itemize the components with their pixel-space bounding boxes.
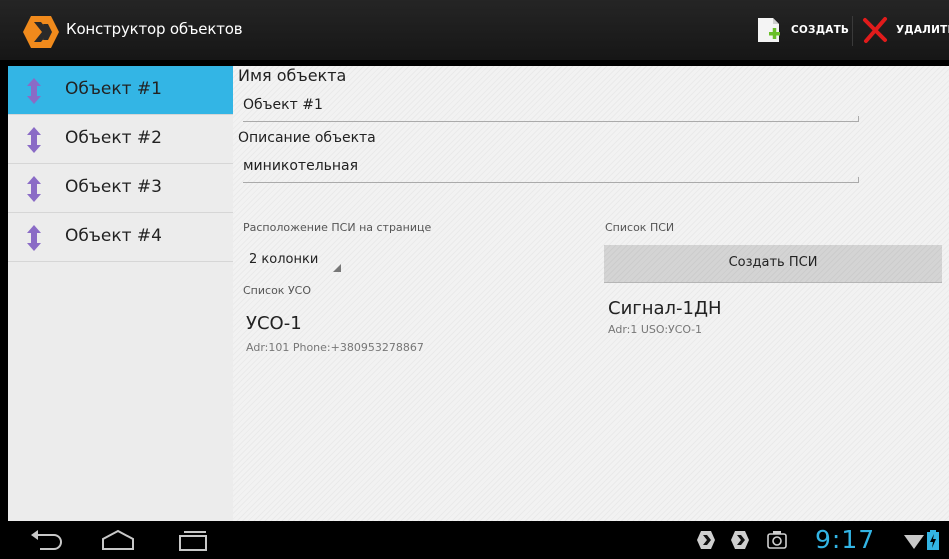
app-logo-icon[interactable] <box>22 15 60 49</box>
object-list-item-label: Объект #3 <box>65 177 162 197</box>
object-name-value: Объект #1 <box>243 97 323 113</box>
recent-apps-icon[interactable] <box>176 529 210 551</box>
psi-item-subtitle: Adr:1 USO:УСО-1 <box>608 323 703 336</box>
delete-cross-icon <box>863 17 887 43</box>
home-icon[interactable] <box>100 529 136 551</box>
object-list-item-label: Объект #2 <box>65 128 162 148</box>
psi-layout-dropdown[interactable]: 2 колонки <box>249 248 341 274</box>
delete-button-label: УДАЛИТЬ <box>896 24 949 36</box>
object-list-item-label: Объект #1 <box>65 79 162 99</box>
uso-item-subtitle: Adr:101 Phone:+380953278867 <box>246 341 424 354</box>
actionbar-divider <box>852 16 853 46</box>
action-bar: Конструктор объектов СОЗДАТЬ УДАЛИТЬ <box>0 0 949 61</box>
uso-item-title: УСО-1 <box>246 313 302 334</box>
uso-list-label: Список УСО <box>243 284 311 297</box>
reorder-arrows-icon <box>27 225 41 251</box>
wifi-icon <box>904 535 924 549</box>
app-notification-icon[interactable] <box>730 530 750 550</box>
object-list-item[interactable]: Объект #1 <box>8 66 233 115</box>
new-document-icon <box>758 18 780 42</box>
psi-layout-label: Расположение ПСИ на странице <box>243 221 432 234</box>
clock: 9:17 <box>815 525 876 554</box>
create-psi-button[interactable]: Создать ПСИ <box>604 245 942 283</box>
create-psi-button-label: Создать ПСИ <box>728 255 818 270</box>
object-description-label: Описание объекта <box>238 130 376 146</box>
back-icon[interactable] <box>30 529 64 551</box>
reorder-arrows-icon <box>27 127 41 153</box>
battery-charging-icon <box>927 530 939 550</box>
app-notification-icon[interactable] <box>696 530 716 550</box>
system-bar: 9:17 <box>0 521 949 559</box>
object-list-item[interactable]: Объект #4 <box>8 213 233 262</box>
object-list-item-label: Объект #4 <box>65 226 162 246</box>
object-name-label: Имя объекта <box>238 66 347 85</box>
create-button[interactable]: СОЗДАТЬ <box>754 10 849 50</box>
screenshot-camera-icon[interactable] <box>766 529 788 551</box>
psi-list-label: Список ПСИ <box>605 221 675 234</box>
psi-item-title: Сигнал-1ДН <box>608 298 722 319</box>
app-title: Конструктор объектов <box>66 20 243 38</box>
object-list: Объект #1 Объект #2 Объект #3 Объект #4 <box>8 66 233 521</box>
reorder-arrows-icon <box>27 78 41 104</box>
object-description-value: миникотельная <box>243 158 359 174</box>
object-editor: Имя объекта Объект #1 Описание объекта м… <box>233 66 949 521</box>
object-list-item[interactable]: Объект #2 <box>8 115 233 164</box>
dropdown-corner-icon <box>333 264 341 272</box>
delete-button[interactable]: УДАЛИТЬ <box>860 10 949 50</box>
reorder-arrows-icon <box>27 176 41 202</box>
create-button-label: СОЗДАТЬ <box>791 24 850 36</box>
object-description-field[interactable]: миникотельная <box>243 154 859 183</box>
psi-layout-value: 2 колонки <box>249 252 319 267</box>
object-list-item[interactable]: Объект #3 <box>8 164 233 213</box>
object-name-field[interactable]: Объект #1 <box>243 93 859 122</box>
